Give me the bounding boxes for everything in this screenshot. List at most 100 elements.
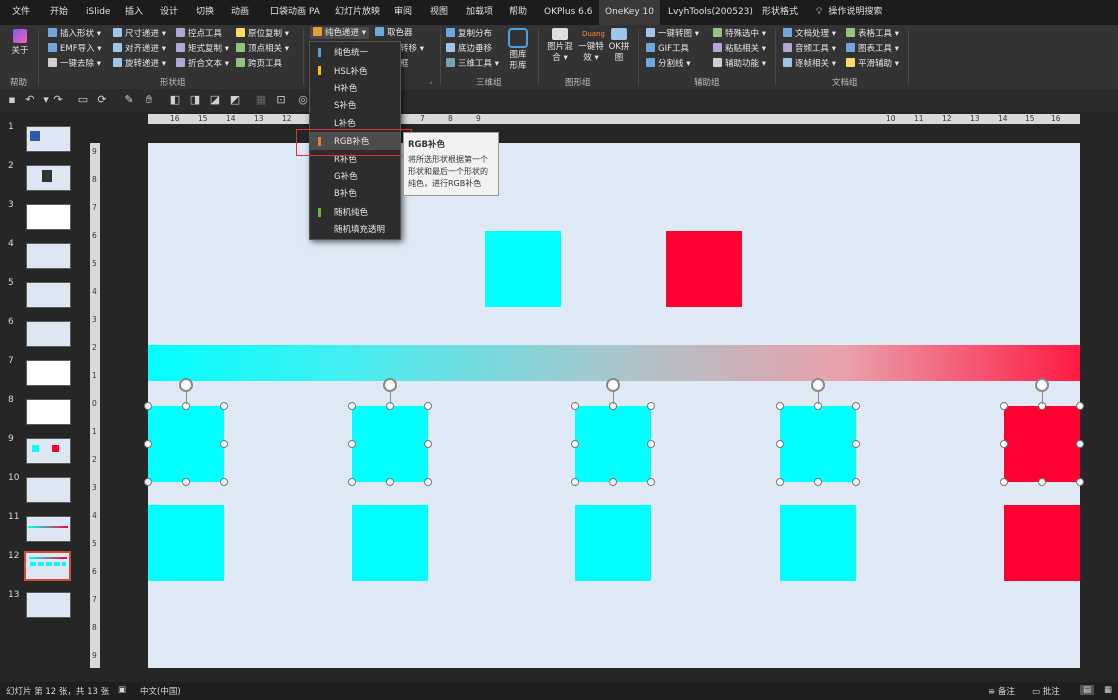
tab-file[interactable]: 文件 xyxy=(12,0,30,25)
resize-handle[interactable] xyxy=(348,440,356,448)
matrix-copy-button[interactable]: 矩式复制 ▾ xyxy=(176,43,229,55)
solid-color-step-menu[interactable]: 纯色递进 ▾ xyxy=(310,27,369,39)
resize-handle[interactable] xyxy=(144,402,152,410)
rotate-handle-icon[interactable] xyxy=(383,378,397,392)
size-step-button[interactable]: 尺寸递进 ▾ xyxy=(113,28,166,40)
resize-handle[interactable] xyxy=(852,402,860,410)
bring-forward-icon[interactable]: ◧ xyxy=(169,94,181,106)
resize-handle[interactable] xyxy=(182,478,190,486)
fold-text-button[interactable]: 折合文本 ▾ xyxy=(176,58,229,70)
tab-transitions[interactable]: 切换 xyxy=(196,0,214,25)
emf-import-button[interactable]: EMF导入 ▾ xyxy=(48,43,102,55)
resize-handle[interactable] xyxy=(1000,478,1008,486)
resize-handle[interactable] xyxy=(144,440,152,448)
slide-thumbnail-12[interactable] xyxy=(24,551,71,581)
rotate-handle-icon[interactable] xyxy=(811,378,825,392)
rotate-handle-icon[interactable] xyxy=(606,378,620,392)
resize-handle[interactable] xyxy=(424,440,432,448)
brush-icon[interactable]: ✎ xyxy=(123,94,135,106)
selected-square-4[interactable] xyxy=(780,406,856,482)
table-tool-button[interactable]: 表格工具 ▾ xyxy=(846,28,899,40)
resize-handle[interactable] xyxy=(220,402,228,410)
resize-handle[interactable] xyxy=(1076,440,1084,448)
tab-pocket-animation[interactable]: 口袋动画 PA xyxy=(270,0,320,25)
frame-by-frame-button[interactable]: 逐帧相关 ▾ xyxy=(783,58,836,70)
resize-handle[interactable] xyxy=(609,478,617,486)
ok-puzzle-button[interactable]: OK拼图 xyxy=(607,28,631,64)
resize-handle[interactable] xyxy=(814,478,822,486)
tab-addins[interactable]: 加载项 xyxy=(466,0,493,25)
save-icon[interactable]: ▪ xyxy=(6,94,18,106)
normal-view-icon[interactable]: ▤ xyxy=(1080,685,1095,695)
menu-item-b[interactable]: B补色 xyxy=(334,187,357,199)
tab-shape-format[interactable]: 形状格式 xyxy=(762,0,798,25)
slide-thumbnail-7[interactable] xyxy=(26,360,71,386)
menu-item-random-fill-transparent[interactable]: 随机填充透明 xyxy=(334,223,385,235)
divider-line-button[interactable]: 分割线 ▾ xyxy=(646,58,690,70)
resize-handle[interactable] xyxy=(571,440,579,448)
menu-item-hsl[interactable]: HSL补色 xyxy=(334,65,368,77)
resize-handle[interactable] xyxy=(1000,440,1008,448)
group-icon[interactable]: ▦ xyxy=(255,94,267,106)
cyan-source-square[interactable] xyxy=(485,231,561,307)
menu-item-solid-unify[interactable]: 纯色统一 xyxy=(334,46,368,58)
shape-library-button[interactable]: 图库 形库 xyxy=(508,28,528,72)
paste-button[interactable]: 粘贴相关 ▾ xyxy=(713,43,766,55)
menu-item-g[interactable]: G补色 xyxy=(334,170,358,182)
gradient-bar[interactable] xyxy=(148,345,1080,381)
rotate-step-button[interactable]: 旋转递进 ▾ xyxy=(113,58,166,70)
tab-help[interactable]: 帮助 xyxy=(509,0,527,25)
tab-slideshow[interactable]: 幻灯片放映 xyxy=(335,0,380,25)
search-help[interactable]: 💡︎ 操作说明搜索 xyxy=(816,0,882,25)
gif-tool-button[interactable]: GIF工具 xyxy=(646,43,689,55)
special-select-button[interactable]: 特殊选中 ▾ xyxy=(713,28,766,40)
resize-handle[interactable] xyxy=(1076,478,1084,486)
resize-handle[interactable] xyxy=(348,402,356,410)
slide-icon[interactable]: ▭ xyxy=(77,94,89,106)
result-square-4[interactable] xyxy=(780,505,856,581)
undo-dropdown-icon[interactable]: ▾ xyxy=(40,94,52,106)
resize-handle[interactable] xyxy=(852,440,860,448)
handle-tool-button[interactable]: 控点工具 xyxy=(176,28,222,40)
tab-islide[interactable]: iSlide xyxy=(86,0,110,25)
bottom-shift-button[interactable]: 底边垂移 xyxy=(446,43,492,55)
resize-handle[interactable] xyxy=(776,440,784,448)
transfer-button[interactable]: 转移 ▾ xyxy=(400,43,424,55)
ungroup-icon[interactable]: ⊡ xyxy=(275,94,287,106)
menu-item-random-solid[interactable]: 随机纯色 xyxy=(334,206,368,218)
slide-thumbnail-13[interactable] xyxy=(26,592,71,618)
selected-square-1[interactable] xyxy=(148,406,224,482)
send-backward-icon[interactable]: ◨ xyxy=(189,94,201,106)
bring-front-icon[interactable]: ◪ xyxy=(209,94,221,106)
resize-handle[interactable] xyxy=(424,402,432,410)
slide-canvas[interactable] xyxy=(144,143,1084,668)
selected-square-2[interactable] xyxy=(352,406,428,482)
smooth-aux-button[interactable]: 平滑辅助 ▾ xyxy=(846,58,899,70)
resize-handle[interactable] xyxy=(647,478,655,486)
menu-item-s[interactable]: S补色 xyxy=(334,99,356,111)
shape-icon[interactable]: ◎ xyxy=(297,94,309,106)
resize-handle[interactable] xyxy=(776,402,784,410)
color-picker-button[interactable]: 取色器 xyxy=(375,27,413,39)
undo-icon[interactable]: ↶ xyxy=(24,94,36,106)
about-button[interactable]: 关于 xyxy=(8,29,32,57)
slide-thumbnail-6[interactable] xyxy=(26,321,71,347)
audio-tool-button[interactable]: 音频工具 ▾ xyxy=(783,43,836,55)
tab-lvyhtools[interactable]: LvyhTools(200523) xyxy=(668,0,753,25)
language-indicator[interactable]: 中文(中国) xyxy=(140,685,181,697)
result-square-1[interactable] xyxy=(148,505,224,581)
comments-button[interactable]: ▭ 批注 xyxy=(1032,685,1060,697)
chart-tool-button[interactable]: 图表工具 ▾ xyxy=(846,43,899,55)
tab-okplus[interactable]: OKPlus 6.6 xyxy=(544,0,592,25)
selected-square-3[interactable] xyxy=(575,406,651,482)
send-back-icon[interactable]: ◩ xyxy=(229,94,241,106)
resize-handle[interactable] xyxy=(647,402,655,410)
slide-thumbnail-8[interactable] xyxy=(26,399,71,425)
result-square-2[interactable] xyxy=(352,505,428,581)
slide-thumbnail-10[interactable] xyxy=(26,477,71,503)
tab-review[interactable]: 审阅 xyxy=(394,0,412,25)
tab-design[interactable]: 设计 xyxy=(160,0,178,25)
dialog-launcher-icon[interactable]: ⌟ xyxy=(429,77,432,85)
red-source-square[interactable] xyxy=(666,231,742,307)
cross-page-button[interactable]: 跨页工具 xyxy=(236,58,282,70)
